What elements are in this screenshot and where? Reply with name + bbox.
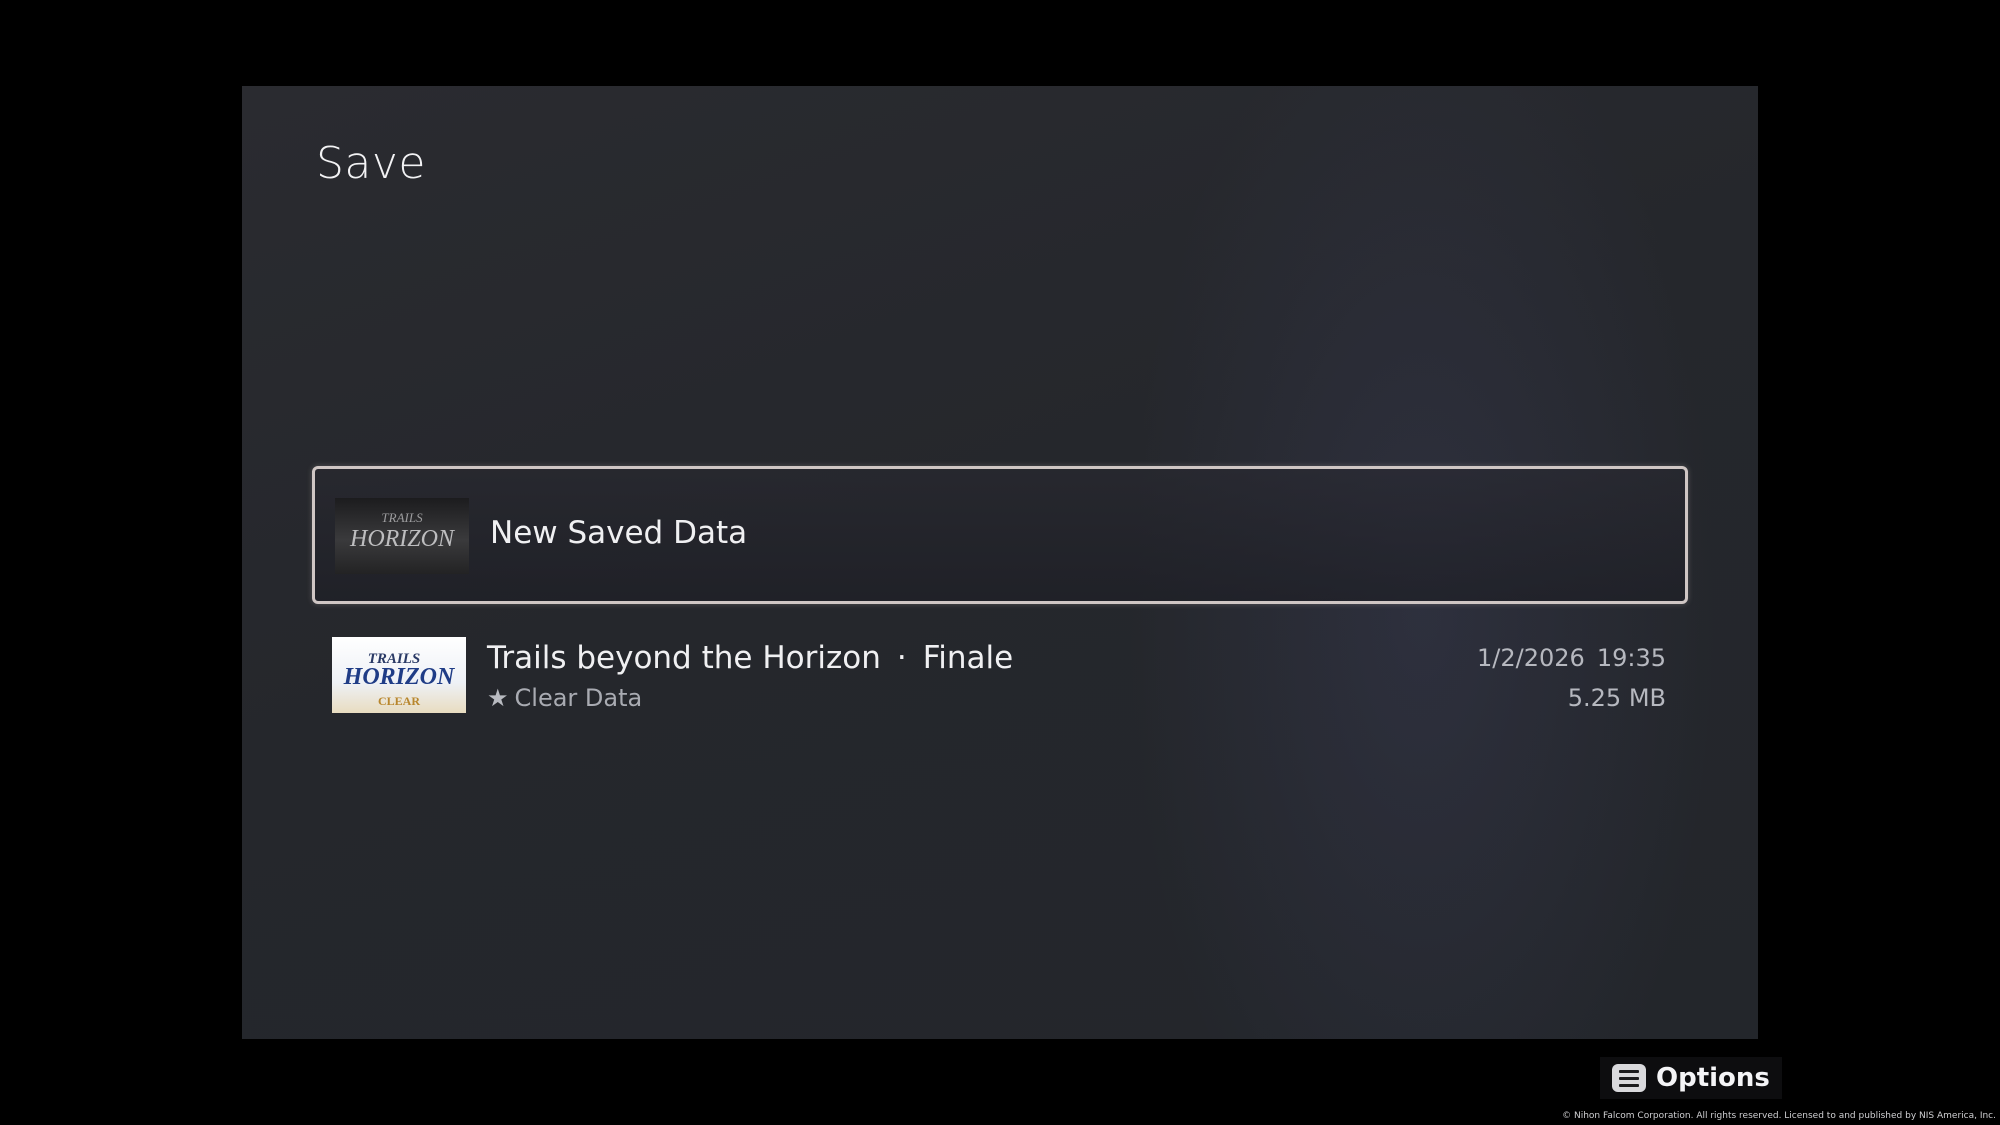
save-time: 19:35 [1596,644,1666,672]
new-save-thumbnail: TRAILS HORIZON [335,498,469,574]
save-panel: Save TRAILS HORIZON New Saved Data TRAIL… [242,86,1758,1039]
save-title: Trails beyond the Horizon · Finale [487,640,1013,676]
save-size: 5.25 MB [1567,684,1666,712]
save-slot-new[interactable]: TRAILS HORIZON New Saved Data [312,466,1688,604]
options-label: Options [1656,1063,1770,1093]
save-thumbnail: TRAILS HORIZON CLEAR [332,637,466,713]
save-date: 1/2/2026 [1477,644,1585,672]
menu-options-icon [1612,1064,1646,1092]
star-icon: ★ [487,684,509,712]
new-save-title: New Saved Data [490,515,748,551]
save-subtitle-text: Clear Data [514,684,643,712]
save-chapter: Finale [922,640,1014,676]
options-button[interactable]: Options [1600,1057,1782,1099]
copyright-notice: © Nihon Falcom Corporation. All rights r… [1562,1111,1996,1121]
save-game-name: Trails beyond the Horizon [487,640,881,676]
save-screen: Save TRAILS HORIZON New Saved Data TRAIL… [0,0,2000,1125]
thumb-logo-top: TRAILS [381,510,423,525]
thumb-logo-main: HORIZON [343,664,456,690]
save-subtitle: ★ Clear Data [487,684,642,712]
page-title: Save [316,138,427,189]
save-slot-1[interactable]: TRAILS HORIZON CLEAR Trails beyond the H… [312,626,1688,726]
title-separator: · [896,640,907,676]
save-timestamp: 1/2/2026 19:35 [1477,644,1666,672]
thumb-clear-badge: CLEAR [378,694,420,708]
thumb-logo-main: HORIZON [349,526,456,552]
